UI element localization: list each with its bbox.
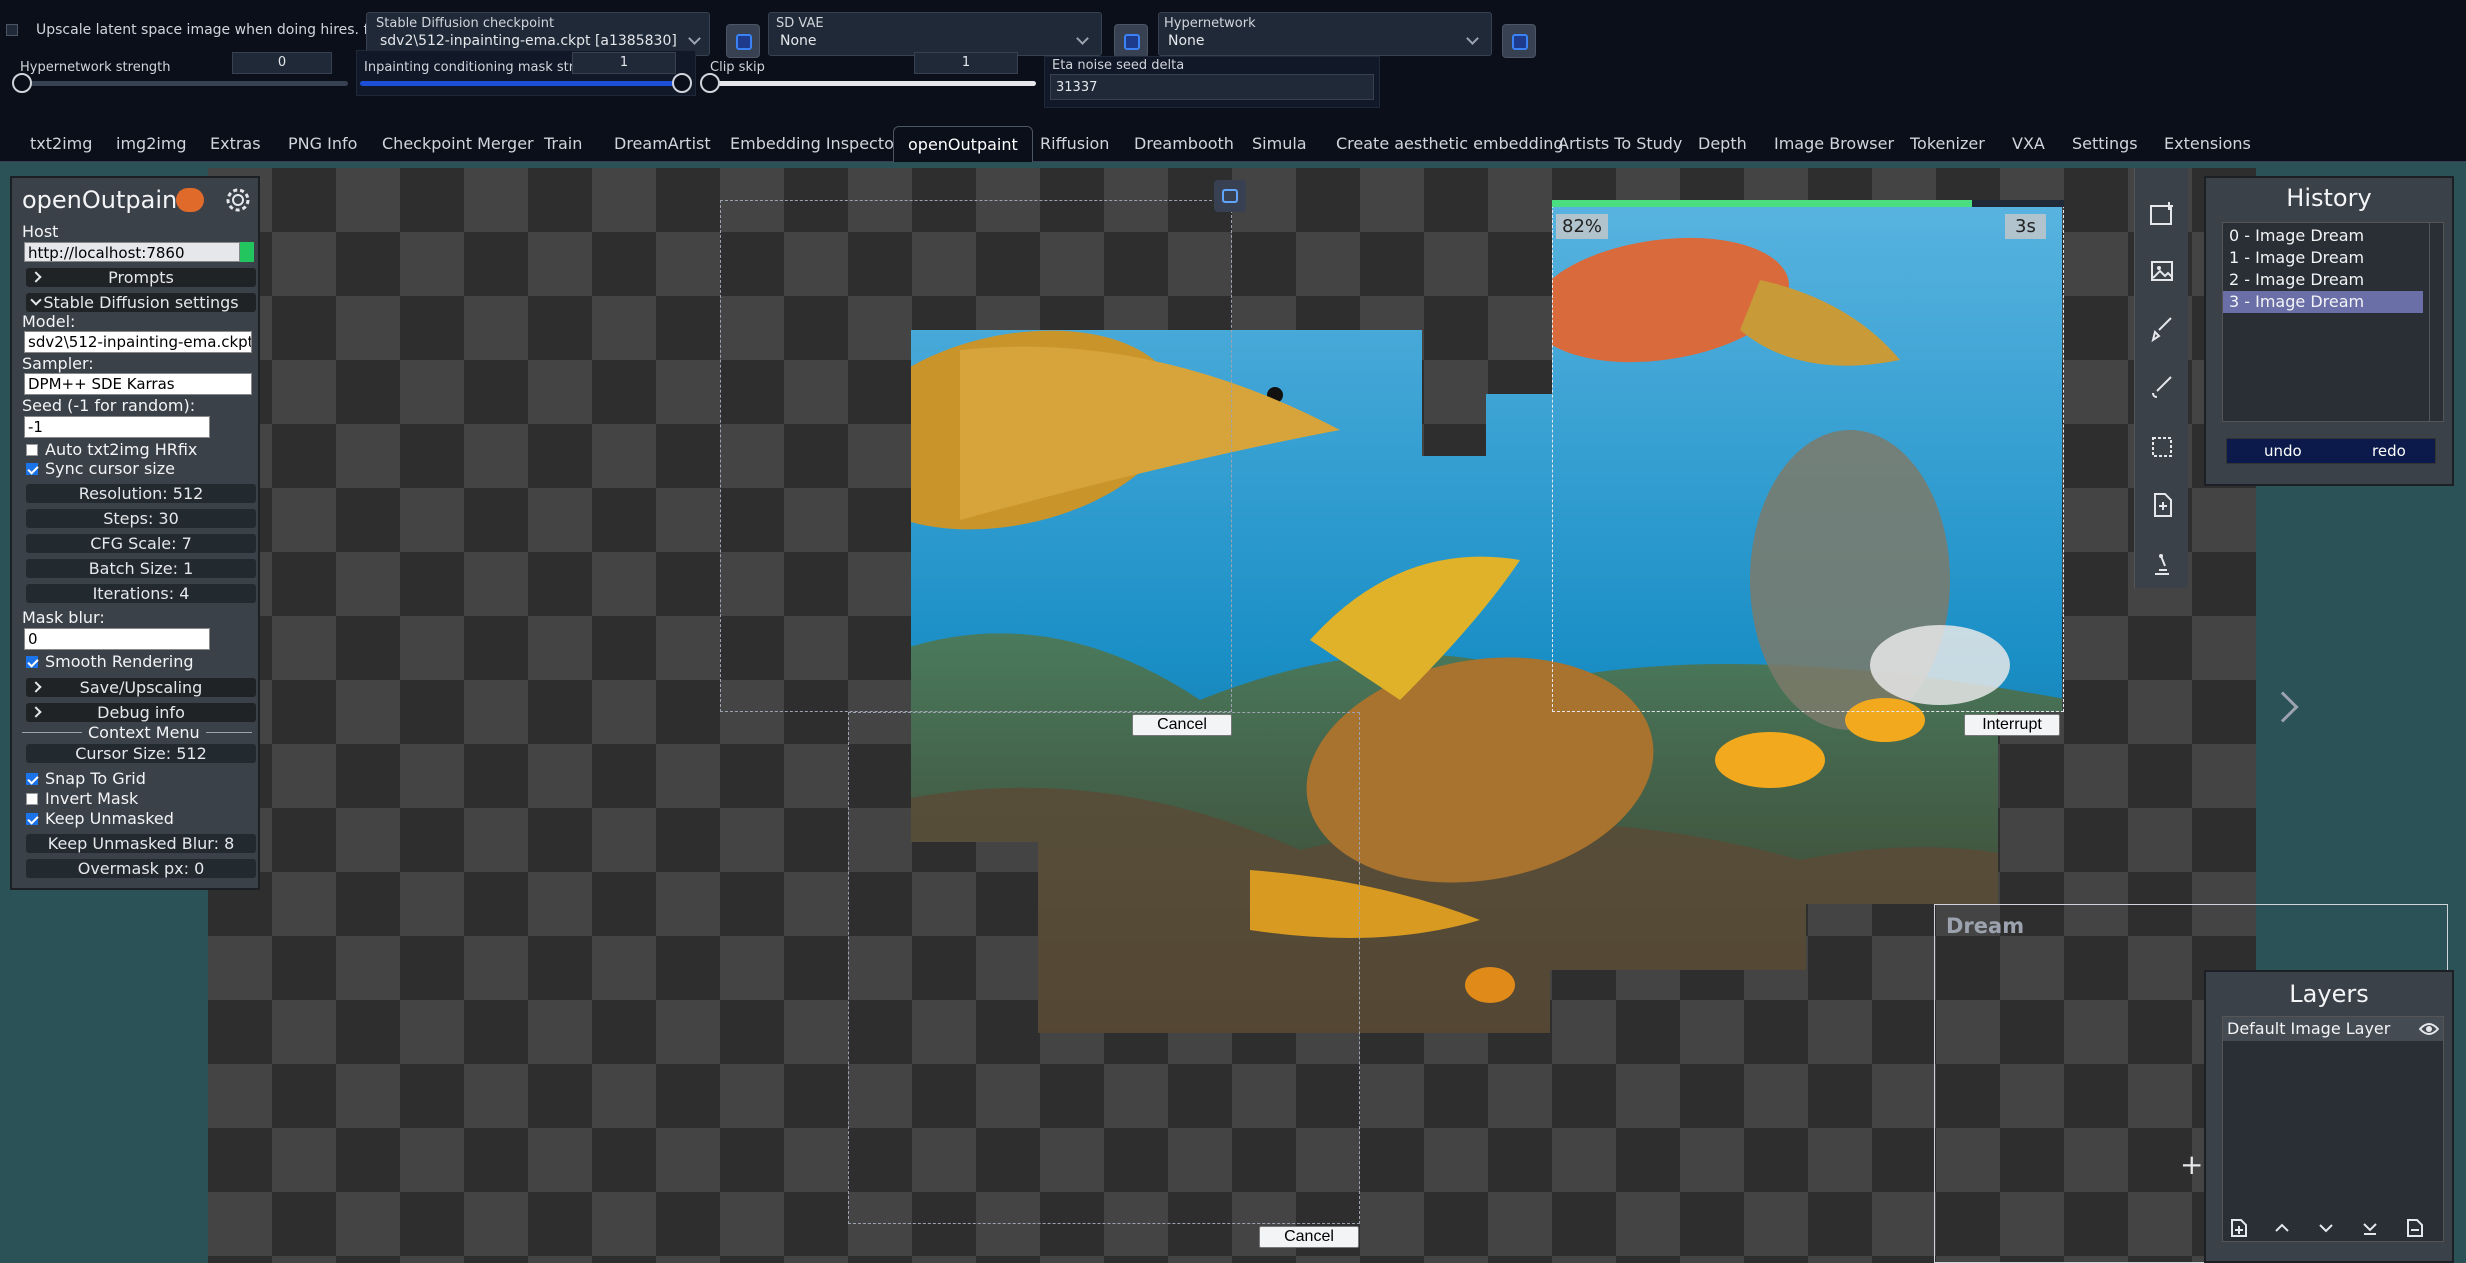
eye-icon[interactable]: [2419, 1022, 2439, 1036]
undo-button[interactable]: undo: [2264, 442, 2302, 460]
keep-unmasked-checkbox[interactable]: [26, 813, 38, 825]
history-panel: History 0 - Image Dream 1 - Image Dream …: [2204, 176, 2454, 486]
history-title: History: [2286, 184, 2372, 212]
canvas-marker-button[interactable]: [1214, 180, 1246, 212]
add-layer-icon[interactable]: [2230, 1218, 2248, 1238]
progress-fill: [1552, 200, 1972, 207]
cursor-size-slider[interactable]: Cursor Size: 512: [26, 744, 256, 763]
invert-mask-checkbox[interactable]: [26, 793, 38, 805]
context-menu-label: Context Menu: [82, 723, 206, 742]
invert-mask-label: Invert Mask: [45, 789, 139, 808]
progress-time: 3s: [2005, 214, 2046, 239]
logo-icon: [176, 188, 204, 212]
mask-brush-icon[interactable]: [2147, 314, 2177, 344]
layers-panel: Layers Default Image Layer: [2204, 970, 2454, 1263]
save-upscaling-label: Save/Upscaling: [79, 678, 203, 697]
settings-panel: openOutpaint Host http://localhost:7860 …: [10, 176, 260, 890]
select-tool-icon[interactable]: [2147, 432, 2177, 462]
host-input[interactable]: http://localhost:7860: [24, 242, 240, 262]
chevron-up-icon[interactable]: [2274, 1220, 2290, 1236]
history-item[interactable]: 0 - Image Dream: [2223, 225, 2423, 247]
keep-unmasked-blur-slider[interactable]: Keep Unmasked Blur: 8: [26, 834, 256, 853]
snap-checkbox[interactable]: [26, 773, 38, 785]
smooth-rendering-checkbox[interactable]: [26, 656, 38, 668]
history-item[interactable]: 2 - Image Dream: [2223, 269, 2423, 291]
host-status: [240, 242, 254, 262]
layer-actions: [2222, 1216, 2444, 1242]
dream-tool-icon[interactable]: [2147, 200, 2177, 230]
sync-cursor-label: Sync cursor size: [45, 459, 175, 478]
delete-layer-icon[interactable]: [2406, 1218, 2424, 1238]
smooth-rendering-label: Smooth Rendering: [45, 652, 194, 671]
auto-hrfix-checkbox[interactable]: [26, 444, 38, 456]
interrogate-tool-icon[interactable]: [2147, 550, 2177, 580]
resolution-slider[interactable]: Resolution: 512: [26, 484, 256, 503]
seed-input[interactable]: -1: [24, 416, 210, 438]
layer-item[interactable]: Default Image Layer: [2223, 1017, 2443, 1041]
mask-blur-label: Mask blur:: [22, 608, 105, 627]
progress-percent: 82%: [1556, 214, 1609, 239]
model-input[interactable]: sdv2\512-inpainting-ema.ckpt [: [24, 331, 252, 353]
layer-name: Default Image Layer: [2227, 1019, 2391, 1038]
layers-title: Layers: [2289, 980, 2369, 1008]
cfg-slider[interactable]: CFG Scale: 7: [26, 534, 256, 553]
sampler-label: Sampler:: [22, 354, 94, 373]
host-value: http://localhost:7860: [28, 244, 185, 262]
steps-slider[interactable]: Steps: 30: [26, 509, 256, 528]
chevron-down-icon[interactable]: [2318, 1220, 2334, 1236]
prompts-toggle[interactable]: Prompts: [26, 268, 256, 287]
plus-icon: +: [2180, 1148, 2204, 1181]
merge-down-icon[interactable]: [2362, 1220, 2378, 1236]
history-list[interactable]: 0 - Image Dream 1 - Image Dream 2 - Imag…: [2222, 222, 2444, 422]
host-label: Host: [22, 222, 59, 241]
sync-cursor-checkbox[interactable]: [26, 463, 38, 475]
mask-blur-input[interactable]: 0: [24, 628, 210, 650]
history-item-selected[interactable]: 3 - Image Dream: [2223, 291, 2423, 313]
debug-label: Debug info: [97, 703, 185, 722]
snap-label: Snap To Grid: [45, 769, 146, 788]
history-scrollbar[interactable]: [2429, 223, 2443, 421]
batch-slider[interactable]: Batch Size: 1: [26, 559, 256, 578]
iterations-slider[interactable]: Iterations: 4: [26, 584, 256, 603]
seed-label: Seed (-1 for random):: [22, 396, 196, 415]
panel-title: openOutpaint: [22, 186, 187, 214]
tool-bar: [2134, 168, 2188, 588]
gear-icon[interactable]: [224, 186, 252, 214]
stamp-tool-icon[interactable]: [2147, 490, 2177, 520]
interrupt-button[interactable]: Interrupt: [1964, 714, 2060, 736]
refresh-icon: [1222, 189, 1238, 203]
sd-settings-toggle[interactable]: Stable Diffusion settings: [26, 293, 256, 312]
debug-toggle[interactable]: Debug info: [26, 703, 256, 722]
sampler-input[interactable]: DPM++ SDE Karras: [24, 373, 252, 395]
dream-label: Dream: [1946, 914, 2025, 938]
cancel-button-bottom[interactable]: Cancel: [1259, 1226, 1359, 1248]
prompts-label: Prompts: [108, 268, 174, 287]
overmask-slider[interactable]: Overmask px: 0: [26, 859, 256, 878]
history-item[interactable]: 1 - Image Dream: [2223, 247, 2423, 269]
redo-button[interactable]: redo: [2372, 442, 2406, 460]
model-label: Model:: [22, 312, 76, 331]
img2img-tool-icon[interactable]: [2147, 256, 2177, 286]
brush-icon[interactable]: [2147, 372, 2177, 402]
selection-box-3: [1552, 200, 2064, 712]
save-upscaling-toggle[interactable]: Save/Upscaling: [26, 678, 256, 697]
sd-settings-label: Stable Diffusion settings: [43, 293, 239, 312]
selection-box-2: [848, 712, 1360, 1224]
selection-box-1: [720, 200, 1232, 712]
cancel-button[interactable]: Cancel: [1132, 714, 1232, 736]
keep-unmasked-label: Keep Unmasked: [45, 809, 174, 828]
auto-hrfix-label: Auto txt2img HRfix: [45, 440, 198, 459]
layer-list[interactable]: Default Image Layer: [2222, 1016, 2444, 1242]
